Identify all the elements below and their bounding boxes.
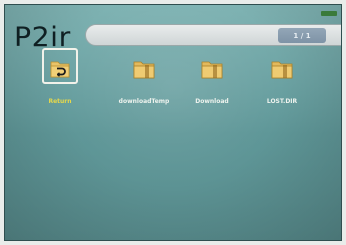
file-item-downloadtemp[interactable]: downloadTemp <box>116 55 172 115</box>
battery-icon <box>321 11 337 16</box>
file-item-label: Download <box>195 98 229 105</box>
file-item-lost-dir[interactable]: LOST.DIR <box>254 55 310 115</box>
media-browser-screen: P2ir 1 / 1 Return downloadTemp Download … <box>4 4 342 241</box>
page-indicator: 1 / 1 <box>278 28 326 43</box>
file-item-label: downloadTemp <box>118 98 170 105</box>
folder-icon <box>267 55 297 83</box>
folder-icon <box>197 55 227 83</box>
file-item-return[interactable]: Return <box>32 48 88 115</box>
file-item-label: Return <box>48 98 72 105</box>
return-folder-icon <box>45 55 75 83</box>
file-item-label: LOST.DIR <box>266 98 298 105</box>
folder-icon <box>129 55 159 83</box>
file-item-download[interactable]: Download <box>184 55 240 115</box>
